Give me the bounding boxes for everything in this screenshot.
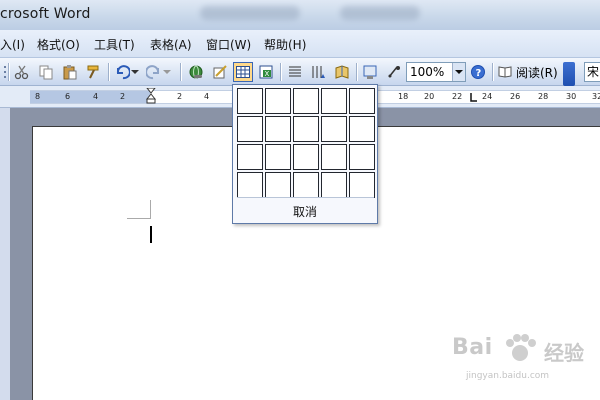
- ruler-tick: 30: [566, 92, 577, 101]
- table-grid-cell[interactable]: [265, 172, 291, 198]
- table-grid-cell[interactable]: [265, 88, 291, 114]
- blurred-title-region: [200, 6, 300, 20]
- table-grid-cell[interactable]: [237, 88, 263, 114]
- table-grid-cell[interactable]: [321, 88, 347, 114]
- vertical-ruler: [0, 108, 10, 400]
- ruler-tick: 32: [592, 92, 600, 101]
- menu-window[interactable]: 窗口(W): [206, 36, 251, 53]
- menu-bar: 入(I) 格式(O) 工具(T) 表格(A) 窗口(W) 帮助(H): [0, 30, 600, 58]
- watermark-logo: Bai: [452, 335, 493, 360]
- columns-icon[interactable]: [285, 62, 305, 82]
- menu-format[interactable]: 格式(O): [37, 36, 80, 53]
- paw-icon: [502, 333, 538, 368]
- format-painter-icon[interactable]: [84, 62, 104, 82]
- toolbar-separator: [180, 63, 181, 81]
- menu-tools[interactable]: 工具(T): [94, 36, 135, 53]
- watermark: Bai 经验 jingyan.baidu.com: [452, 333, 597, 388]
- read-icon: [498, 64, 512, 81]
- svg-text:X: X: [265, 70, 270, 78]
- toolbar-options-icon[interactable]: [563, 62, 575, 86]
- text-boundary-corner: [127, 218, 151, 219]
- menu-table[interactable]: 表格(A): [150, 36, 192, 53]
- tab-stop-icon[interactable]: [470, 93, 478, 106]
- table-grid-cell[interactable]: [321, 144, 347, 170]
- ruler-tick: 18: [398, 92, 409, 101]
- ruler-tick: 4: [93, 92, 99, 101]
- table-grid-cell[interactable]: [237, 116, 263, 142]
- ruler-tick: 6: [65, 92, 71, 101]
- ruler-tick: 20: [424, 92, 435, 101]
- table-grid-cell[interactable]: [349, 172, 375, 198]
- text-cursor: [150, 226, 152, 243]
- reading-layout-icon[interactable]: [384, 62, 404, 82]
- table-grid-cell[interactable]: [293, 116, 319, 142]
- drawing-icon[interactable]: [308, 62, 328, 82]
- insert-table-icon[interactable]: [233, 62, 253, 82]
- menu-help[interactable]: 帮助(H): [264, 36, 306, 53]
- show-hide-icon[interactable]: [360, 62, 380, 82]
- toolbar-separator: [8, 63, 9, 81]
- ruler-tick: 8: [35, 92, 41, 101]
- table-grid-cell[interactable]: [321, 116, 347, 142]
- ruler-tick: 26: [510, 92, 521, 101]
- table-grid-cell[interactable]: [321, 172, 347, 198]
- document-map-icon[interactable]: [332, 62, 352, 82]
- standard-toolbar: X 100% ? 阅读(R): [0, 58, 600, 86]
- table-grid-cell[interactable]: [293, 88, 319, 114]
- table-grid-cell[interactable]: [293, 172, 319, 198]
- tables-borders-icon[interactable]: [210, 62, 230, 82]
- ruler-tick: 2: [177, 92, 183, 101]
- dropdown-separator: [237, 197, 374, 198]
- table-grid-cell[interactable]: [349, 88, 375, 114]
- watermark-logo-2: 经验: [544, 341, 584, 365]
- toolbar-separator: [108, 63, 109, 81]
- table-grid-cell[interactable]: [349, 144, 375, 170]
- toolbar-separator: [280, 63, 281, 81]
- ruler-tick: 28: [538, 92, 549, 101]
- table-grid-cell[interactable]: [237, 172, 263, 198]
- help-icon[interactable]: ?: [468, 62, 488, 82]
- title-bar: crosoft Word: [0, 0, 600, 30]
- read-button-label: 阅读(R): [516, 65, 558, 80]
- toolbar-separator: [492, 63, 493, 81]
- ruler-tick: 2: [120, 92, 126, 101]
- cancel-button[interactable]: 取消: [233, 203, 377, 220]
- hyperlink-icon[interactable]: [186, 62, 206, 82]
- zoom-dropdown-icon[interactable]: [452, 63, 465, 81]
- read-button[interactable]: 阅读(R): [498, 62, 558, 82]
- text-boundary-corner: [150, 200, 151, 219]
- table-grid-cell[interactable]: [237, 144, 263, 170]
- watermark-url: jingyan.baidu.com: [466, 371, 550, 381]
- ruler-tick: 24: [482, 92, 493, 101]
- table-grid-cell[interactable]: [293, 144, 319, 170]
- redo-dropdown-icon[interactable]: [162, 62, 172, 82]
- copy-icon[interactable]: [36, 62, 56, 82]
- ruler-left-margin: [30, 91, 150, 103]
- table-grid-cell[interactable]: [265, 116, 291, 142]
- insert-excel-icon[interactable]: X: [256, 62, 276, 82]
- menu-insert[interactable]: 入(I): [0, 36, 25, 53]
- svg-text:?: ?: [476, 68, 482, 79]
- zoom-combobox[interactable]: 100%: [406, 62, 466, 82]
- ruler-tick: 22: [452, 92, 463, 101]
- cut-icon[interactable]: [12, 62, 32, 82]
- toolbar-separator: [356, 63, 357, 81]
- window-title: crosoft Word: [0, 6, 91, 22]
- redo-icon[interactable]: [144, 62, 164, 82]
- ruler-tick: 4: [204, 92, 210, 101]
- undo-icon[interactable]: [112, 62, 132, 82]
- indent-marker-icon[interactable]: [145, 87, 157, 107]
- table-grid-cell[interactable]: [349, 116, 375, 142]
- undo-dropdown-icon[interactable]: [130, 62, 140, 82]
- blurred-title-region-2: [340, 6, 420, 20]
- font-name-box[interactable]: 宋: [584, 62, 600, 82]
- insert-table-dropdown: 取消: [232, 84, 378, 224]
- zoom-value: 100%: [410, 65, 445, 79]
- paste-icon[interactable]: [60, 62, 80, 82]
- table-grid-cell[interactable]: [265, 144, 291, 170]
